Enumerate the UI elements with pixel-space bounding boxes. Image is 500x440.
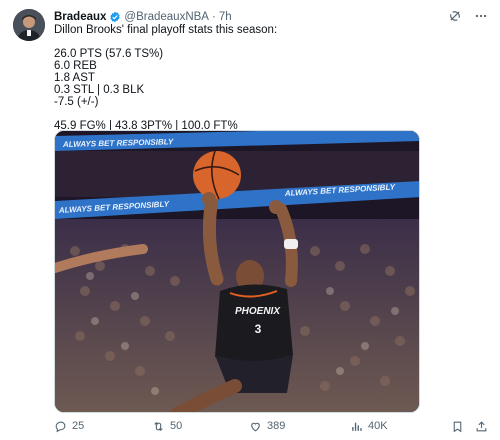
views-count: 40K [368, 420, 388, 432]
verified-badge-icon [109, 11, 121, 23]
tweet: Bradeaux @BradeauxNBA · 7h Dillon Brooks… [0, 0, 500, 440]
repost-icon [154, 421, 163, 431]
views-icon [352, 422, 362, 431]
avatar[interactable] [13, 9, 45, 41]
views-button[interactable]: 40K [350, 420, 388, 433]
avatar-image [13, 9, 45, 41]
like-button[interactable]: 389 [249, 420, 285, 433]
tweet-intro: Dillon Brooks' final playoff stats this … [54, 24, 278, 36]
photo-scene: ALWAYS BET RESPONSIBLY ALWAYS BET RESPON… [55, 131, 419, 412]
stat-line-plus-minus: -7.5 (+/-) [54, 96, 99, 108]
stat-line-steals-blocks: 0.3 STL | 0.3 BLK [54, 84, 145, 96]
author-handle[interactable]: @BradeauxNBA [124, 11, 209, 23]
bookmark-button[interactable] [451, 420, 464, 433]
share-button[interactable] [475, 420, 488, 433]
author-name[interactable]: Bradeaux [54, 11, 106, 23]
repost-button[interactable]: 50 [152, 420, 182, 433]
action-bar: 25 50 389 40K [54, 418, 494, 434]
repost-count: 50 [170, 420, 183, 432]
like-icon [251, 422, 260, 431]
reply-button[interactable]: 25 [54, 420, 84, 433]
tweet-header: Bradeaux @BradeauxNBA · 7h [54, 9, 488, 25]
tweet-text: Dillon Brooks' final playoff stats this … [54, 24, 474, 132]
reply-count: 25 [72, 420, 85, 432]
jersey-team-text: PHOENIX [235, 306, 281, 317]
stat-line-assists: 1.8 AST [54, 72, 95, 84]
timestamp[interactable]: 7h [219, 11, 232, 23]
grok-icon[interactable] [448, 9, 462, 23]
more-icon[interactable] [474, 9, 488, 23]
jersey-number-text: 3 [255, 322, 262, 336]
timestamp-separator: · [211, 11, 216, 23]
bookmark-icon [453, 421, 462, 432]
stat-line-points: 26.0 PTS (57.6 TS%) [54, 48, 164, 60]
header-actions [448, 9, 488, 23]
stat-line-rebounds: 6.0 REB [54, 60, 97, 72]
share-icon [476, 420, 487, 431]
like-count: 389 [267, 420, 286, 432]
tweet-photo[interactable]: ALWAYS BET RESPONSIBLY ALWAYS BET RESPON… [54, 130, 420, 413]
reply-icon [55, 421, 66, 432]
